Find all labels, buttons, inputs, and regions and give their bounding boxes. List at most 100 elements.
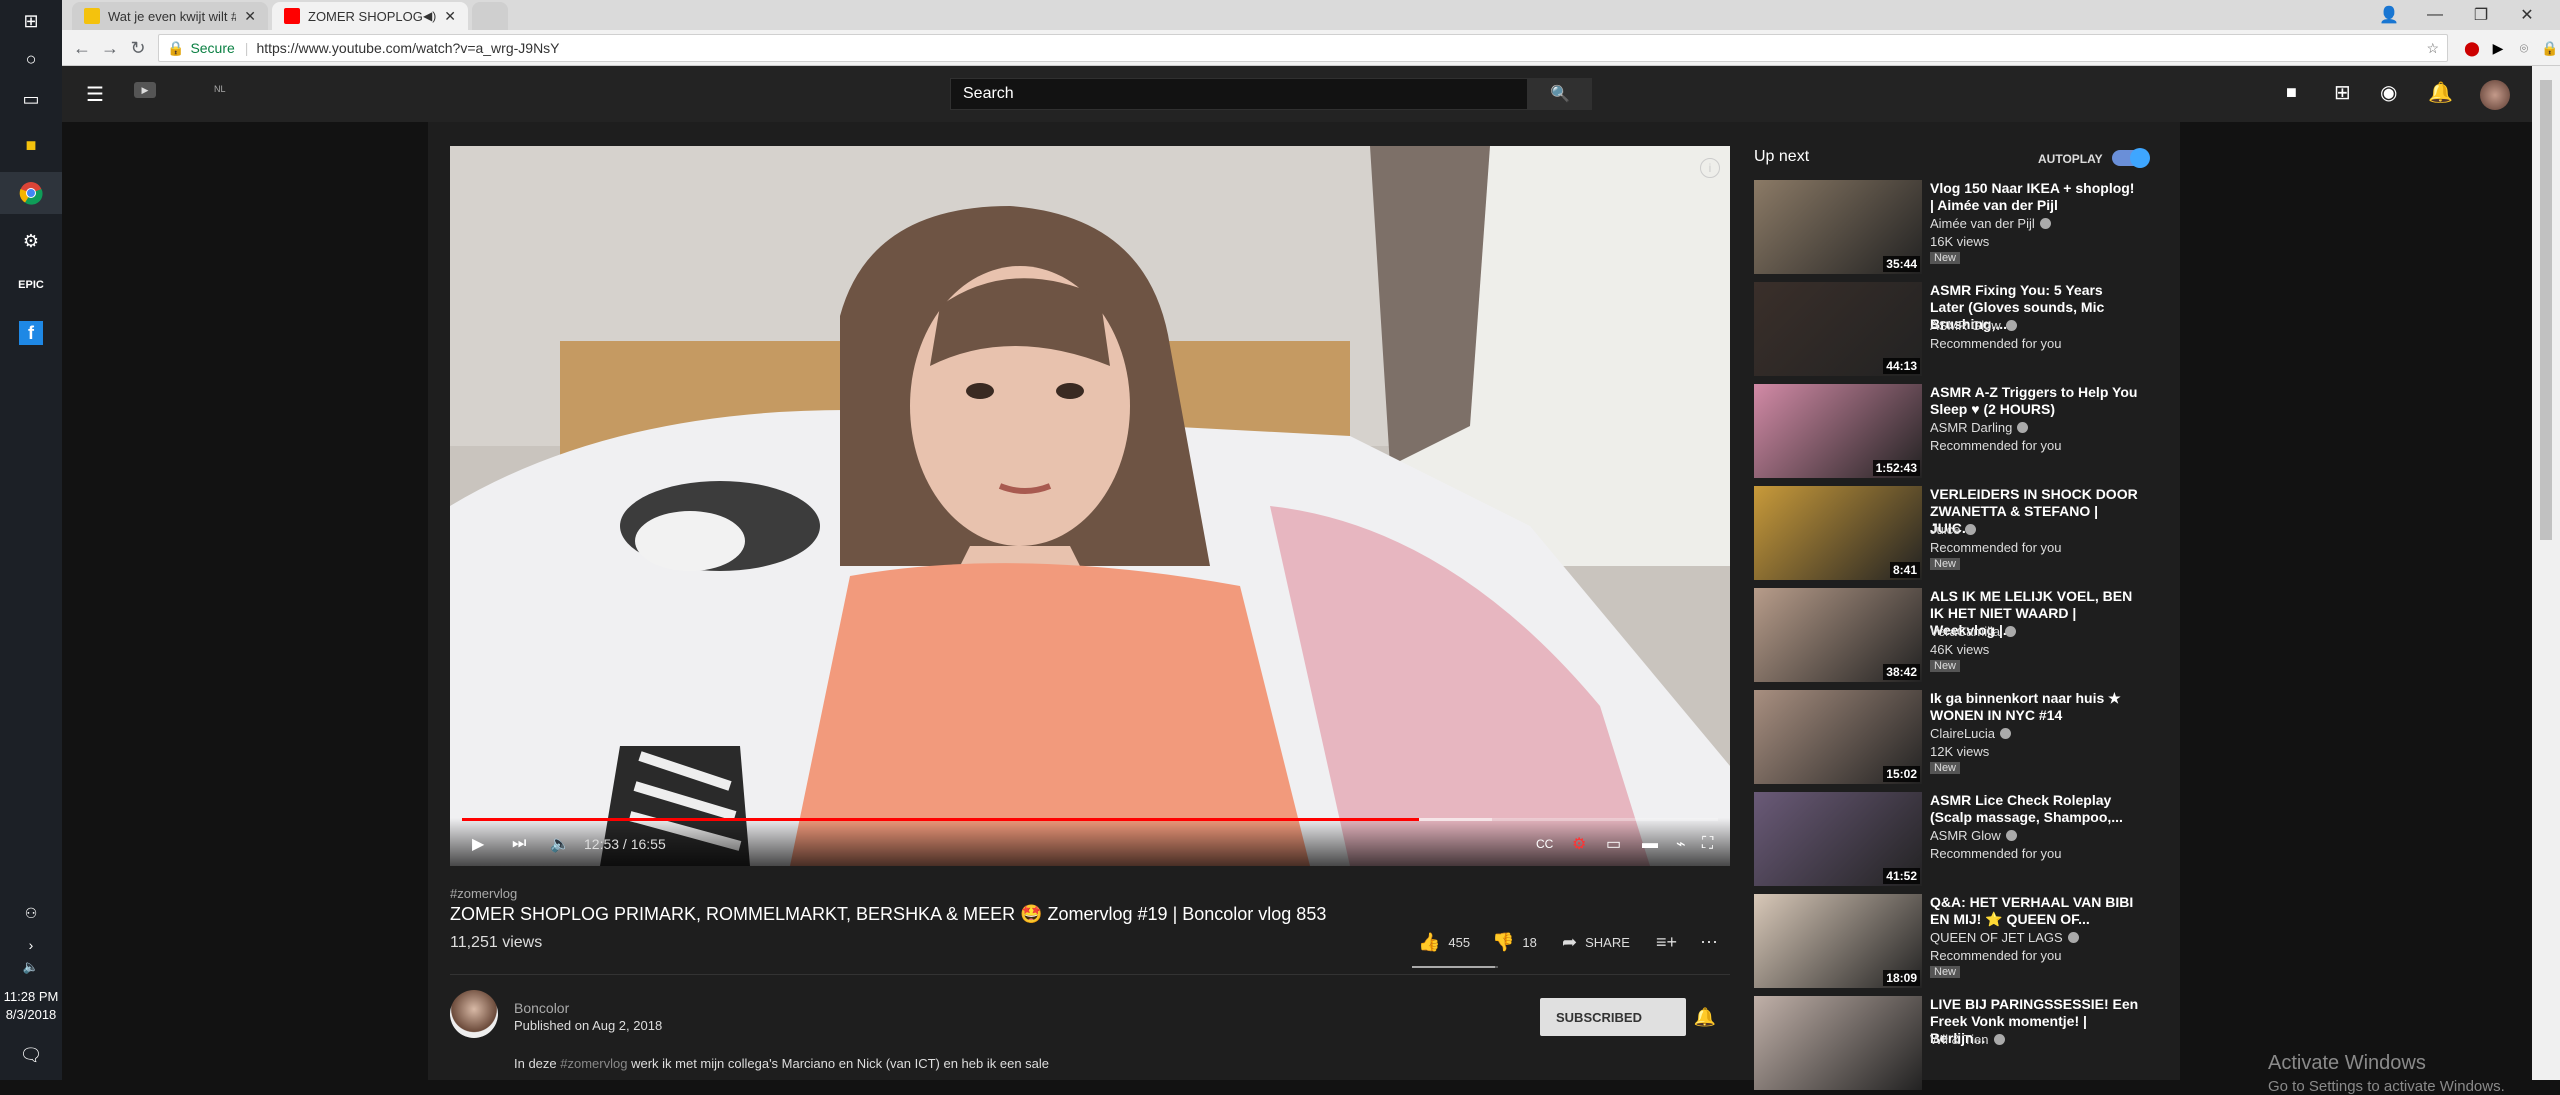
notification-icon[interactable]: 🗨 bbox=[16, 1040, 46, 1070]
volume-icon[interactable]: 🔈 bbox=[550, 830, 570, 858]
tab-audio-icon[interactable]: ◀) bbox=[423, 9, 436, 23]
autoplay-toggle[interactable] bbox=[2112, 148, 2150, 168]
verified-check-icon bbox=[2005, 320, 2017, 331]
tab-close-icon[interactable]: ✕ bbox=[244, 8, 256, 25]
notification-bell-icon[interactable]: 🔔 bbox=[1692, 1004, 1718, 1030]
recommendation-thumbnail[interactable]: 41:52 bbox=[1754, 792, 1922, 886]
scroll-thumb[interactable] bbox=[2540, 80, 2552, 540]
app-f-icon[interactable]: f bbox=[16, 318, 46, 348]
tab-wat-je-even[interactable]: Wat je even kwijt wilt #4 ✕ bbox=[72, 2, 268, 30]
description-hashtag[interactable]: #zomervlog bbox=[560, 1056, 627, 1071]
epic-games-icon[interactable]: EPIC bbox=[16, 270, 46, 300]
recommendation-item[interactable]: 44:13 ASMR Fixing You: 5 Years Later (Glo… bbox=[1754, 282, 2154, 376]
cortana-icon[interactable]: ○ bbox=[16, 44, 46, 74]
youtube-masthead: ☰ ▶ NL Search 🔍 ■ ⊞ ◉ 🔔 bbox=[62, 66, 2532, 122]
close-window-icon[interactable]: ✕ bbox=[2504, 0, 2550, 30]
hamburger-menu-icon[interactable]: ☰ bbox=[86, 82, 104, 107]
people-icon[interactable]: ⚇ bbox=[16, 898, 46, 928]
recommendation-item[interactable]: 41:52 ASMR Lice Check Roleplay (Scalp mas… bbox=[1754, 792, 2154, 886]
tab-close-icon[interactable]: ✕ bbox=[444, 8, 456, 25]
search-button[interactable]: 🔍 bbox=[1528, 78, 1592, 110]
dislike-button[interactable]: 👎 18 bbox=[1492, 932, 1537, 953]
recommendation-thumbnail[interactable]: 15:02 bbox=[1754, 690, 1922, 784]
subtitles-icon[interactable]: CC bbox=[1536, 830, 1553, 858]
recommendation-thumbnail[interactable]: 35:44 bbox=[1754, 180, 1922, 274]
recommendation-item[interactable]: 18:09 Q&A: HET VERHAAL VAN BIBI EN MIJ! ⭐… bbox=[1754, 894, 2154, 988]
add-to-playlist-button[interactable]: ≡+ bbox=[1656, 932, 1685, 953]
fullscreen-icon[interactable]: ⛶ bbox=[1702, 830, 1713, 858]
recommendation-thumbnail[interactable]: 18:09 bbox=[1754, 894, 1922, 988]
theater-mode-icon[interactable]: ▬ bbox=[1642, 830, 1658, 858]
recommendation-thumbnail[interactable] bbox=[1754, 996, 1922, 1090]
recommendation-item[interactable]: 8:41 VERLEIDERS IN SHOCK DOOR ZWANETTA & … bbox=[1754, 486, 2154, 580]
play-icon[interactable]: ▶ bbox=[472, 830, 484, 858]
network-volume-icon[interactable]: 🔈 bbox=[16, 952, 46, 982]
video-hashtag[interactable]: #zomervlog bbox=[450, 886, 517, 901]
omnibox[interactable]: 🔒 Secure | https://www.youtube.com/watch… bbox=[158, 34, 2448, 62]
extension-youtube-icon[interactable]: ▶ bbox=[2488, 38, 2508, 58]
miniplayer-icon[interactable]: ▭ bbox=[1606, 830, 1621, 858]
restore-icon[interactable]: ❐ bbox=[2458, 0, 2504, 30]
steam-icon[interactable]: ⚙ bbox=[16, 226, 46, 256]
next-icon[interactable]: ⏭ bbox=[512, 830, 526, 858]
notifications-bell-icon[interactable]: 🔔 bbox=[2428, 80, 2453, 105]
recommendation-meta: Recommended for you bbox=[1930, 438, 2062, 453]
channel-avatar[interactable] bbox=[450, 990, 498, 1038]
extension-adblock-icon[interactable]: ⬤ bbox=[2462, 38, 2482, 58]
recommendation-thumbnail[interactable]: 8:41 bbox=[1754, 486, 1922, 580]
recommendation-thumbnail[interactable]: 44:13 bbox=[1754, 282, 1922, 376]
bookmark-star-icon[interactable]: ☆ bbox=[2426, 40, 2439, 57]
new-badge: New bbox=[1930, 252, 1961, 264]
reload-icon[interactable]: ↻ bbox=[124, 34, 152, 62]
recommendation-channel: VeraCamilla bbox=[1930, 624, 2017, 639]
chrome-icon[interactable] bbox=[0, 172, 62, 214]
recommendation-title[interactable]: Vlog 150 Naar IKEA + shoplog! | Aimée va… bbox=[1930, 180, 2140, 214]
recommendation-item[interactable]: 38:42 ALS IK ME LELIJK VOEL, BEN IK HET N… bbox=[1754, 588, 2154, 682]
tab-zomer-shoplog[interactable]: ZOMER SHOPLOG PR ◀) ✕ bbox=[272, 2, 468, 30]
settings-gear-icon[interactable]: ⚙ bbox=[1572, 830, 1586, 858]
url-text: https://www.youtube.com/watch?v=a_wrg-J9… bbox=[256, 40, 560, 56]
progress-bar[interactable] bbox=[462, 818, 1718, 821]
file-explorer-icon[interactable]: ■ bbox=[16, 130, 46, 160]
recommendation-item[interactable]: 1:52:43 ASMR A-Z Triggers to Help You Sle… bbox=[1754, 384, 2154, 478]
subscribed-button[interactable]: SUBSCRIBED bbox=[1540, 998, 1686, 1036]
extension-tool-icon[interactable]: 🔒 bbox=[2540, 38, 2560, 58]
channel-name[interactable]: Boncolor bbox=[514, 1000, 569, 1016]
minimize-icon[interactable]: — bbox=[2412, 0, 2458, 30]
messages-icon[interactable]: ◉ bbox=[2380, 80, 2397, 105]
recommendation-title[interactable]: Ik ga binnenkort naar huis ★ WONEN IN NY… bbox=[1930, 690, 2140, 724]
youtube-logo-icon[interactable]: ▶ bbox=[134, 82, 156, 98]
search-input[interactable]: Search bbox=[950, 78, 1528, 110]
back-icon[interactable]: ← bbox=[68, 34, 96, 62]
recommendation-item[interactable]: LIVE BIJ PARINGSSESSIE! Een Freek Vonk m… bbox=[1754, 996, 2154, 1090]
windows-start-icon[interactable]: ⊞ bbox=[16, 6, 46, 36]
video-player[interactable]: i ▶ ⏭ 🔈 12:53 / 16:55 CC ⚙ ▭ ▬ ⌁ ⛶ bbox=[450, 146, 1730, 866]
video-duration: 18:09 bbox=[1883, 970, 1920, 986]
cast-icon[interactable]: ⌁ bbox=[1676, 830, 1686, 858]
channel-name: ASMR Glow bbox=[1930, 318, 2001, 333]
extension-icon[interactable]: ⌾ bbox=[2514, 38, 2534, 58]
more-actions-button[interactable]: ⋯ bbox=[1700, 932, 1726, 953]
recommendation-meta: Recommended for you bbox=[1930, 846, 2062, 861]
share-button[interactable]: ➦ SHARE bbox=[1562, 932, 1630, 953]
task-view-icon[interactable]: ▭ bbox=[16, 84, 46, 114]
recommendation-thumbnail[interactable]: 38:42 bbox=[1754, 588, 1922, 682]
account-avatar[interactable] bbox=[2480, 80, 2510, 110]
info-icon[interactable]: i bbox=[1700, 158, 1720, 178]
recommendation-title[interactable]: Q&A: HET VERHAAL VAN BIBI EN MIJ! ⭐ QUEE… bbox=[1930, 894, 2140, 928]
recommendation-title[interactable]: ASMR A-Z Triggers to Help You Sleep ♥ (2… bbox=[1930, 384, 2140, 418]
recommendation-title[interactable]: ASMR Lice Check Roleplay (Scalp massage,… bbox=[1930, 792, 2140, 826]
recommendation-thumbnail[interactable]: 1:52:43 bbox=[1754, 384, 1922, 478]
recommendation-item[interactable]: 15:02 Ik ga binnenkort naar huis ★ WONEN … bbox=[1754, 690, 2154, 784]
forward-icon[interactable]: → bbox=[96, 34, 124, 62]
video-duration: 38:42 bbox=[1883, 664, 1920, 680]
video-duration: 8:41 bbox=[1889, 562, 1920, 578]
taskbar-clock[interactable]: 11:28 PM 8/3/2018 bbox=[0, 988, 62, 1024]
like-button[interactable]: 👍 455 bbox=[1418, 932, 1470, 953]
recommendation-item[interactable]: 35:44 Vlog 150 Naar IKEA + shoplog! | Aim… bbox=[1754, 180, 2154, 274]
user-profile-icon[interactable]: 👤 bbox=[2366, 0, 2412, 30]
new-tab-button[interactable] bbox=[472, 2, 508, 30]
upload-video-icon[interactable]: ■ bbox=[2286, 82, 2297, 103]
apps-grid-icon[interactable]: ⊞ bbox=[2334, 80, 2351, 105]
page-scrollbar[interactable] bbox=[2532, 66, 2560, 1080]
